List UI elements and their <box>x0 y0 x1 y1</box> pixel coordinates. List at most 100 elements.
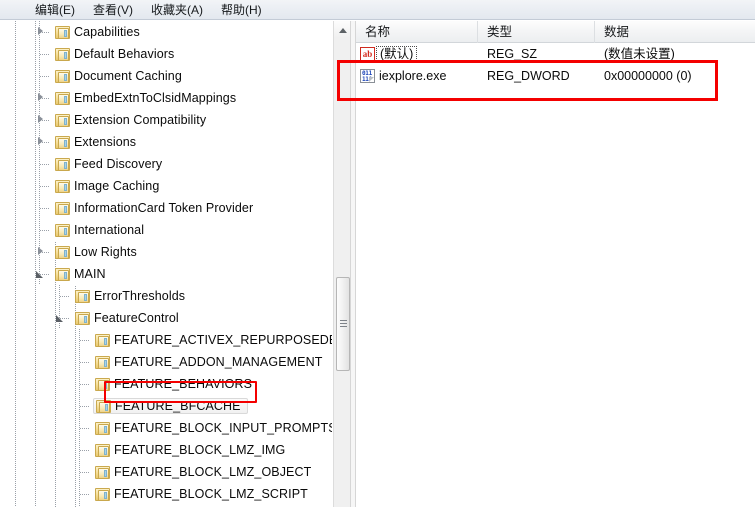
tree-connector <box>79 483 91 505</box>
tree-item-content[interactable]: FEATURE_BLOCK_LMZ_SCRIPT <box>95 487 308 501</box>
tree-connector <box>79 461 91 483</box>
tree-item-featurecontrol[interactable]: FeatureControl <box>0 307 332 329</box>
tree-item-label: FEATURE_BFCACHE <box>115 399 241 413</box>
tree-item-extensions[interactable]: Extensions <box>0 131 332 153</box>
tree-item-content[interactable]: InformationCard Token Provider <box>55 201 253 215</box>
tree-item-label: FEATURE_BLOCK_LMZ_OBJECT <box>114 465 312 479</box>
tree-item-content[interactable]: Extensions <box>55 135 136 149</box>
tree-item-label: Extensions <box>74 135 137 149</box>
scrollbar-thumb[interactable] <box>336 277 350 371</box>
scrollbar-grip-icon <box>340 320 347 327</box>
folder-icon <box>55 157 70 171</box>
tree-item-content[interactable]: FEATURE_BLOCK_INPUT_PROMPTS <box>95 421 332 435</box>
tree-item-capabilities[interactable]: Capabilities <box>0 21 332 43</box>
tree-item-label: FeatureControl <box>94 311 179 325</box>
tree-item-content[interactable]: Feed Discovery <box>55 157 162 171</box>
tree-item-feature-block-lmz-script[interactable]: FEATURE_BLOCK_LMZ_SCRIPT <box>0 483 332 505</box>
tree-item-content[interactable]: FEATURE_ADDON_MANAGEMENT <box>95 355 322 369</box>
tree-item-main[interactable]: MAIN <box>0 263 332 285</box>
tree-item-feed-discovery[interactable]: Feed Discovery <box>0 153 332 175</box>
menu-item-help[interactable]: 帮助(H) <box>212 1 271 19</box>
folder-icon <box>55 179 70 193</box>
expand-triangle-icon[interactable] <box>36 137 46 147</box>
tree-item-content[interactable]: Document Caching <box>55 69 182 83</box>
tree-item-content[interactable]: ErrorThresholds <box>75 289 185 303</box>
registry-values-list[interactable]: 名称 类型 数据 ab (默认) REG_SZ (数值未设置) 011 110 i… <box>356 20 755 507</box>
tree-item-content[interactable]: FEATURE_BFCACHE <box>93 398 248 414</box>
folder-icon <box>55 47 70 61</box>
list-row[interactable]: 011 110 iexplore.exe REG_DWORD 0x00000000… <box>356 65 755 87</box>
tree-item-embedextntoclsidmappings[interactable]: EmbedExtnToClsidMappings <box>0 87 332 109</box>
tree-item-document-caching[interactable]: Document Caching <box>0 65 332 87</box>
value-type-cell: REG_DWORD <box>487 69 570 83</box>
folder-icon <box>95 487 110 501</box>
tree-connector <box>39 219 51 241</box>
tree-item-content[interactable]: FEATURE_BEHAVIORS <box>95 377 252 391</box>
tree-item-default-behaviors[interactable]: Default Behaviors <box>0 43 332 65</box>
tree-connector <box>79 417 91 439</box>
tree-item-label: FEATURE_BEHAVIORS <box>114 377 253 391</box>
tree-item-feature-block-input-prompts[interactable]: FEATURE_BLOCK_INPUT_PROMPTS <box>0 417 332 439</box>
collapse-triangle-icon[interactable] <box>56 313 66 323</box>
tree-connector <box>79 395 91 417</box>
tree-connector <box>79 373 91 395</box>
folder-icon <box>75 289 90 303</box>
dword-value-icon: 011 110 <box>360 69 375 83</box>
tree-item-content[interactable]: FEATURE_BLOCK_LMZ_OBJECT <box>95 465 311 479</box>
tree-item-label: FEATURE_ADDON_MANAGEMENT <box>114 355 323 369</box>
tree-item-label: International <box>74 223 145 237</box>
tree-item-international[interactable]: International <box>0 219 332 241</box>
tree-item-label: FEATURE_BLOCK_LMZ_IMG <box>114 443 286 457</box>
tree-item-image-caching[interactable]: Image Caching <box>0 175 332 197</box>
tree-item-content[interactable]: Low Rights <box>55 245 137 259</box>
tree-item-label: Image Caching <box>74 179 160 193</box>
tree-item-content[interactable]: Extension Compatibility <box>55 113 206 127</box>
tree-connector <box>39 43 51 65</box>
folder-icon <box>95 377 110 391</box>
tree-item-feature-addon-management[interactable]: FEATURE_ADDON_MANAGEMENT <box>0 351 332 373</box>
tree-item-content[interactable]: Capabilities <box>55 25 140 39</box>
tree-item-informationcard-token-provider[interactable]: InformationCard Token Provider <box>0 197 332 219</box>
tree-item-feature-activex-repurposedet[interactable]: FEATURE_ACTIVEX_REPURPOSEDET <box>0 329 332 351</box>
list-row[interactable]: ab (默认) REG_SZ (数值未设置) <box>356 43 755 65</box>
tree-item-low-rights[interactable]: Low Rights <box>0 241 332 263</box>
tree-item-content[interactable]: Default Behaviors <box>55 47 174 61</box>
tree-item-feature-block-lmz-object[interactable]: FEATURE_BLOCK_LMZ_OBJECT <box>0 461 332 483</box>
column-header-name[interactable]: 名称 <box>356 20 478 43</box>
tree-row-container: Capabilities Default Behaviors Document Ca… <box>0 21 332 507</box>
collapse-triangle-icon[interactable] <box>36 269 46 279</box>
expand-triangle-icon[interactable] <box>36 27 46 37</box>
menu-item-favorites[interactable]: 收藏夹(A) <box>142 1 212 19</box>
expand-triangle-icon[interactable] <box>36 247 46 257</box>
tree-item-feature-behaviors[interactable]: FEATURE_BEHAVIORS <box>0 373 332 395</box>
menu-item-view[interactable]: 查看(V) <box>84 1 142 19</box>
folder-icon <box>55 223 70 237</box>
folder-icon <box>95 355 110 369</box>
tree-item-content[interactable]: FeatureControl <box>75 311 179 325</box>
tree-item-content[interactable]: MAIN <box>55 267 106 281</box>
tree-item-label: Extension Compatibility <box>74 113 207 127</box>
tree-item-content[interactable]: Image Caching <box>55 179 159 193</box>
registry-editor-window: 编辑(E) 查看(V) 收藏夹(A) 帮助(H) Capabilities Def… <box>0 0 755 507</box>
folder-icon <box>55 267 70 281</box>
expand-triangle-icon[interactable] <box>36 115 46 125</box>
registry-key-tree[interactable]: Capabilities Default Behaviors Document Ca… <box>0 21 332 507</box>
tree-item-selected[interactable]: FEATURE_BFCACHE <box>93 398 248 414</box>
column-header-type[interactable]: 类型 <box>478 20 595 43</box>
value-name-cell[interactable]: 011 110 iexplore.exe <box>356 65 478 87</box>
tree-item-content[interactable]: FEATURE_BLOCK_LMZ_IMG <box>95 443 285 457</box>
menu-item-edit[interactable]: 编辑(E) <box>26 1 84 19</box>
tree-item-content[interactable]: FEATURE_ACTIVEX_REPURPOSEDET <box>95 333 332 347</box>
column-header-data[interactable]: 数据 <box>595 21 755 43</box>
value-name-cell[interactable]: ab (默认) <box>356 43 478 65</box>
tree-item-feature-bfcache[interactable]: FEATURE_BFCACHE <box>0 395 332 417</box>
tree-item-label: Capabilities <box>74 25 140 39</box>
tree-item-feature-block-lmz-img[interactable]: FEATURE_BLOCK_LMZ_IMG <box>0 439 332 461</box>
tree-item-extension-compatibility[interactable]: Extension Compatibility <box>0 109 332 131</box>
tree-item-content[interactable]: International <box>55 223 144 237</box>
expand-triangle-icon[interactable] <box>36 93 46 103</box>
tree-item-content[interactable]: EmbedExtnToClsidMappings <box>55 91 236 105</box>
tree-item-errorthresholds[interactable]: ErrorThresholds <box>0 285 332 307</box>
tree-scrollbar[interactable] <box>333 21 351 507</box>
scroll-up-arrow-icon[interactable] <box>334 21 351 38</box>
